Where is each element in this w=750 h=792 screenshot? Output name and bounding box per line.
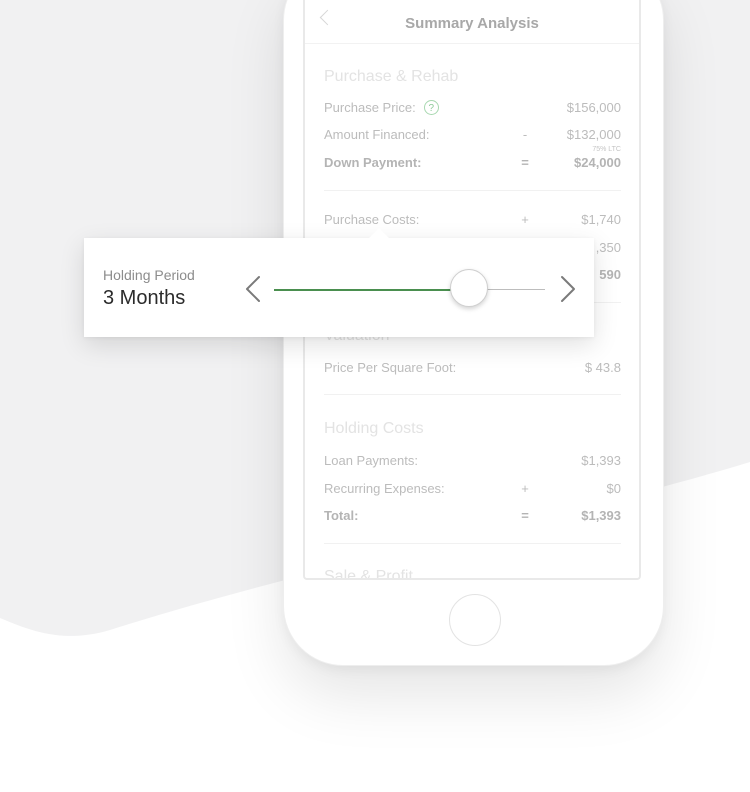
purchase-costs-label: Purchase Costs: — [324, 212, 420, 227]
chevron-left-icon[interactable] — [242, 274, 268, 304]
slider-track-filled[interactable] — [274, 289, 470, 291]
amount-financed-value: $132,000 — [566, 127, 621, 142]
purchase-price-value: $156,000 — [566, 100, 621, 115]
row-purchase-price: Purchase Price:? $156,000 — [324, 100, 621, 118]
divider — [324, 394, 621, 395]
slider-thumb[interactable] — [450, 269, 489, 307]
purchase-price-label: Purchase Price: — [324, 100, 416, 115]
row-purchase-costs: Purchase Costs: + $1,740 — [324, 212, 621, 230]
divider — [324, 190, 621, 191]
chevron-right-icon[interactable] — [553, 274, 579, 304]
section-title-sale-profit: Sale & Profit — [324, 568, 413, 580]
equals-operator: = — [521, 155, 529, 170]
price-per-sqft-value: $ 43.8 — [584, 360, 621, 375]
divider — [324, 543, 621, 544]
row-down-payment: Down Payment: = $24,000 — [324, 155, 621, 173]
help-icon[interactable]: ? — [423, 100, 439, 115]
loan-payments-value: $1,393 — [581, 453, 621, 468]
row-recurring-expenses: Recurring Expenses: + $0 — [324, 481, 621, 499]
row-price-per-sqft: Price Per Square Foot: $ 43.8 — [324, 360, 621, 378]
purchase-costs-value: $1,740 — [581, 212, 621, 227]
holding-period-value: 3 Months — [103, 287, 186, 309]
plus-operator: + — [521, 481, 529, 496]
holding-total-value: $1,393 — [581, 508, 621, 523]
down-payment-label: Down Payment: — [324, 155, 422, 170]
holding-total-label: Total: — [324, 508, 359, 523]
row-amount-financed: Amount Financed: - $132,000 75% LTC — [324, 127, 621, 153]
recurring-expenses-value: $0 — [606, 481, 621, 496]
ltc-note: 75% LTC — [592, 146, 621, 153]
amount-financed-label: Amount Financed: — [324, 127, 430, 142]
minus-operator: - — [522, 127, 528, 142]
partial-value-2: 590 — [599, 267, 621, 282]
section-title-holding-costs: Holding Costs — [324, 420, 424, 437]
home-button[interactable] — [449, 594, 501, 646]
page-title: Summary Analysis — [405, 15, 539, 32]
down-payment-value: $24,000 — [574, 155, 621, 170]
partial-value-1: ,350 — [595, 240, 621, 255]
holding-period-card: Holding Period 3 Months — [84, 228, 594, 337]
loan-payments-label: Loan Payments: — [324, 453, 418, 468]
row-holding-total: Total: = $1,393 — [324, 508, 621, 526]
nav-bar: Summary Analysis — [305, 0, 639, 44]
holding-period-label: Holding Period — [103, 267, 195, 283]
row-loan-payments: Loan Payments: $1,393 — [324, 453, 621, 471]
section-title-purchase-rehab: Purchase & Rehab — [324, 68, 459, 85]
plus-operator: + — [521, 212, 529, 227]
price-per-sqft-label: Price Per Square Foot: — [324, 360, 457, 375]
equals-operator: = — [521, 508, 529, 523]
recurring-expenses-label: Recurring Expenses: — [324, 481, 445, 496]
